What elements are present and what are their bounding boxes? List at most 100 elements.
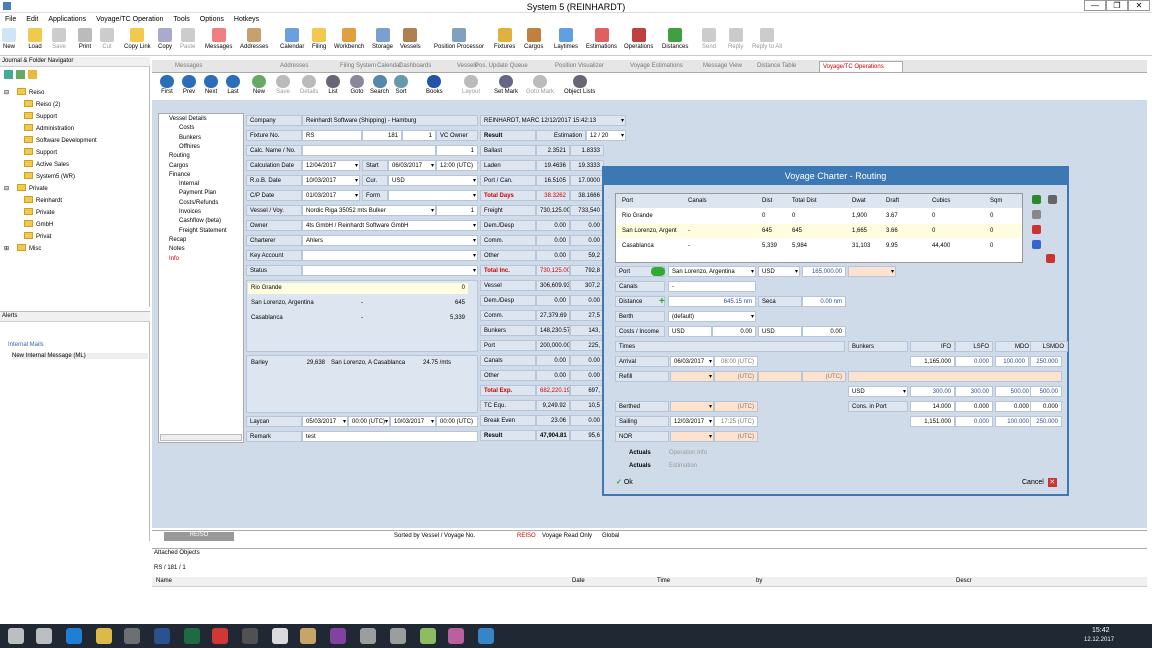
app6-icon[interactable]	[448, 628, 464, 644]
ribbon-button-16[interactable]: Fixtures	[494, 28, 515, 50]
app4-icon[interactable]	[390, 628, 406, 644]
nav-item-11[interactable]: GmbH	[24, 220, 53, 228]
expand-icon[interactable]: ⊟	[4, 90, 9, 96]
toolbar-button-3[interactable]: Last	[226, 75, 240, 95]
toolbar-button-6[interactable]: Details	[300, 75, 318, 95]
toolbar-button-14[interactable]: Goto Mark	[526, 75, 554, 95]
charterer-field[interactable]: Ahlers	[302, 235, 478, 246]
bunker-lsmdo[interactable]: 250.000	[1030, 356, 1062, 367]
section-15[interactable]: Info	[169, 256, 179, 262]
chrome-icon[interactable]	[242, 628, 258, 644]
nor-date[interactable]	[670, 431, 714, 442]
toolbar-button-15[interactable]: Object Lists	[564, 75, 595, 95]
section-9[interactable]: Costs/Refunds	[179, 200, 218, 206]
start-date-field[interactable]: 06/03/2017	[388, 160, 436, 171]
excel-icon[interactable]	[212, 628, 228, 644]
port-rio-dist[interactable]: 0	[388, 283, 468, 294]
toolbar-button-13[interactable]: Set Mark	[494, 75, 518, 95]
bunker-lsfo[interactable]: 0.000	[955, 356, 993, 367]
ribbon-button-10[interactable]: Calendar	[280, 28, 304, 50]
laycan-from-time[interactable]: 00:00 (UTC)	[348, 416, 390, 427]
section-11[interactable]: Cashflow (beta)	[179, 218, 221, 224]
ribbon-button-7[interactable]: Paste	[180, 28, 195, 50]
expand-icon[interactable]: ⊟	[4, 186, 9, 192]
berth-field[interactable]: (default)	[668, 311, 756, 322]
menu-4[interactable]: Tools	[168, 13, 194, 23]
nav-item-8[interactable]: ⊟ Private	[4, 184, 48, 192]
start-time-field[interactable]: 12:00 (UTC)	[436, 160, 478, 171]
refill-time2[interactable]: (UTC)	[802, 371, 846, 382]
estimation-select[interactable]: 12 / 20	[586, 130, 626, 141]
laycan-from[interactable]: 05/03/2017	[302, 416, 348, 427]
ribbon-button-8[interactable]: Messages	[205, 28, 232, 50]
ribbon-button-1[interactable]: Load	[28, 28, 42, 50]
tree-scrollbar[interactable]	[160, 434, 242, 441]
toolbar-button-0[interactable]: First	[160, 75, 174, 95]
attach-col-2[interactable]: Time	[657, 578, 670, 584]
nav-item-4[interactable]: Software Development	[24, 136, 97, 144]
ribbon-button-18[interactable]: Laytimes	[554, 28, 578, 50]
toolbar-button-1[interactable]: Prev	[182, 75, 196, 95]
section-13[interactable]: Recap	[169, 237, 186, 243]
app-icon[interactable]	[272, 628, 288, 644]
nav-item-5[interactable]: Support	[24, 148, 57, 156]
app5-icon[interactable]	[420, 628, 436, 644]
ribbon-button-5[interactable]: Copy Link	[124, 28, 151, 50]
settings-icon[interactable]	[1032, 210, 1041, 219]
search-icon[interactable]	[36, 628, 52, 644]
cancel-button[interactable]: Cancel ✕	[1022, 478, 1057, 487]
folder-add-icon[interactable]	[28, 70, 37, 79]
user-field[interactable]: REINHARDT, MARC 12/12/2017 15:42:13	[480, 115, 626, 126]
berthed-time[interactable]: (UTC)	[714, 401, 758, 412]
route-row-1[interactable]: San Lorenzo, Argent - 645 645 1,665 3.66 0 0	[616, 224, 1022, 238]
route-row-0[interactable]: Rio Grande 0 0 1,900 3.67 0 0	[616, 209, 1022, 223]
nav-item-0[interactable]: ⊟ Reiso	[4, 88, 44, 96]
toolbar-button-11[interactable]: Books	[426, 75, 443, 95]
tab-6[interactable]: Pos. Update Queue	[472, 61, 532, 72]
nav-item-2[interactable]: Support	[24, 112, 57, 120]
ribbon-button-23[interactable]: Reply	[728, 28, 743, 50]
attach-col-1[interactable]: Date	[572, 578, 585, 584]
ribbon-button-0[interactable]: New	[2, 28, 16, 50]
ok-button[interactable]: ✓ Ok	[616, 478, 633, 486]
bunker-ifo[interactable]: 1,165.000	[910, 356, 955, 367]
app3-icon[interactable]	[360, 628, 376, 644]
calc-name-field[interactable]	[302, 145, 436, 156]
bunker-price-1[interactable]: 300.00	[955, 386, 993, 397]
list-icon[interactable]	[1048, 195, 1057, 204]
section-0[interactable]: Vessel Details	[169, 116, 207, 122]
menu-5[interactable]: Options	[195, 13, 229, 23]
remark-field[interactable]: test	[302, 431, 478, 442]
toolbar-button-5[interactable]: Save	[276, 75, 290, 95]
calc-date-field[interactable]: 12/04/2017	[302, 160, 360, 171]
fixture-field[interactable]: RS	[302, 130, 362, 141]
port-icon[interactable]	[651, 267, 665, 276]
berthed-date[interactable]	[670, 401, 714, 412]
nav-item-3[interactable]: Administration	[24, 124, 74, 132]
alert-item[interactable]: New Internal Message (ML)	[12, 353, 148, 359]
costs-cur[interactable]: USD	[668, 326, 712, 337]
attach-col-0[interactable]: Name	[156, 578, 172, 584]
arrival-time[interactable]: 08:00 (UTC)	[714, 356, 758, 367]
section-7[interactable]: Internal	[179, 181, 199, 187]
section-2[interactable]: Bunkers	[179, 135, 201, 141]
calc-no-field[interactable]: 1	[436, 145, 478, 156]
section-5[interactable]: Cargos	[169, 163, 188, 169]
ribbon-button-19[interactable]: Estimations	[586, 28, 617, 50]
expand-icon[interactable]: ⊞	[4, 246, 9, 252]
menu-6[interactable]: Hotkeys	[229, 13, 264, 23]
tab-0[interactable]: Messages	[172, 61, 234, 72]
tab-10[interactable]: Distance Table	[754, 61, 816, 72]
port-cur[interactable]: USD	[758, 266, 800, 277]
maximize-button[interactable]: ❐	[1106, 0, 1128, 11]
bunker-mdo[interactable]: 100.000	[995, 356, 1029, 367]
section-1[interactable]: Costs	[179, 125, 194, 131]
sailing-date[interactable]: 12/03/2017	[670, 416, 714, 427]
toolbar-button-7[interactable]: List	[326, 75, 340, 95]
explorer-icon[interactable]	[124, 628, 140, 644]
rob-date-field[interactable]: 10/03/2017	[302, 175, 360, 186]
ribbon-button-12[interactable]: Workbench	[334, 28, 364, 50]
nav-item-10[interactable]: Private	[24, 208, 55, 216]
costs-val[interactable]: 0.00	[712, 326, 756, 337]
task-view-icon[interactable]	[66, 628, 82, 644]
